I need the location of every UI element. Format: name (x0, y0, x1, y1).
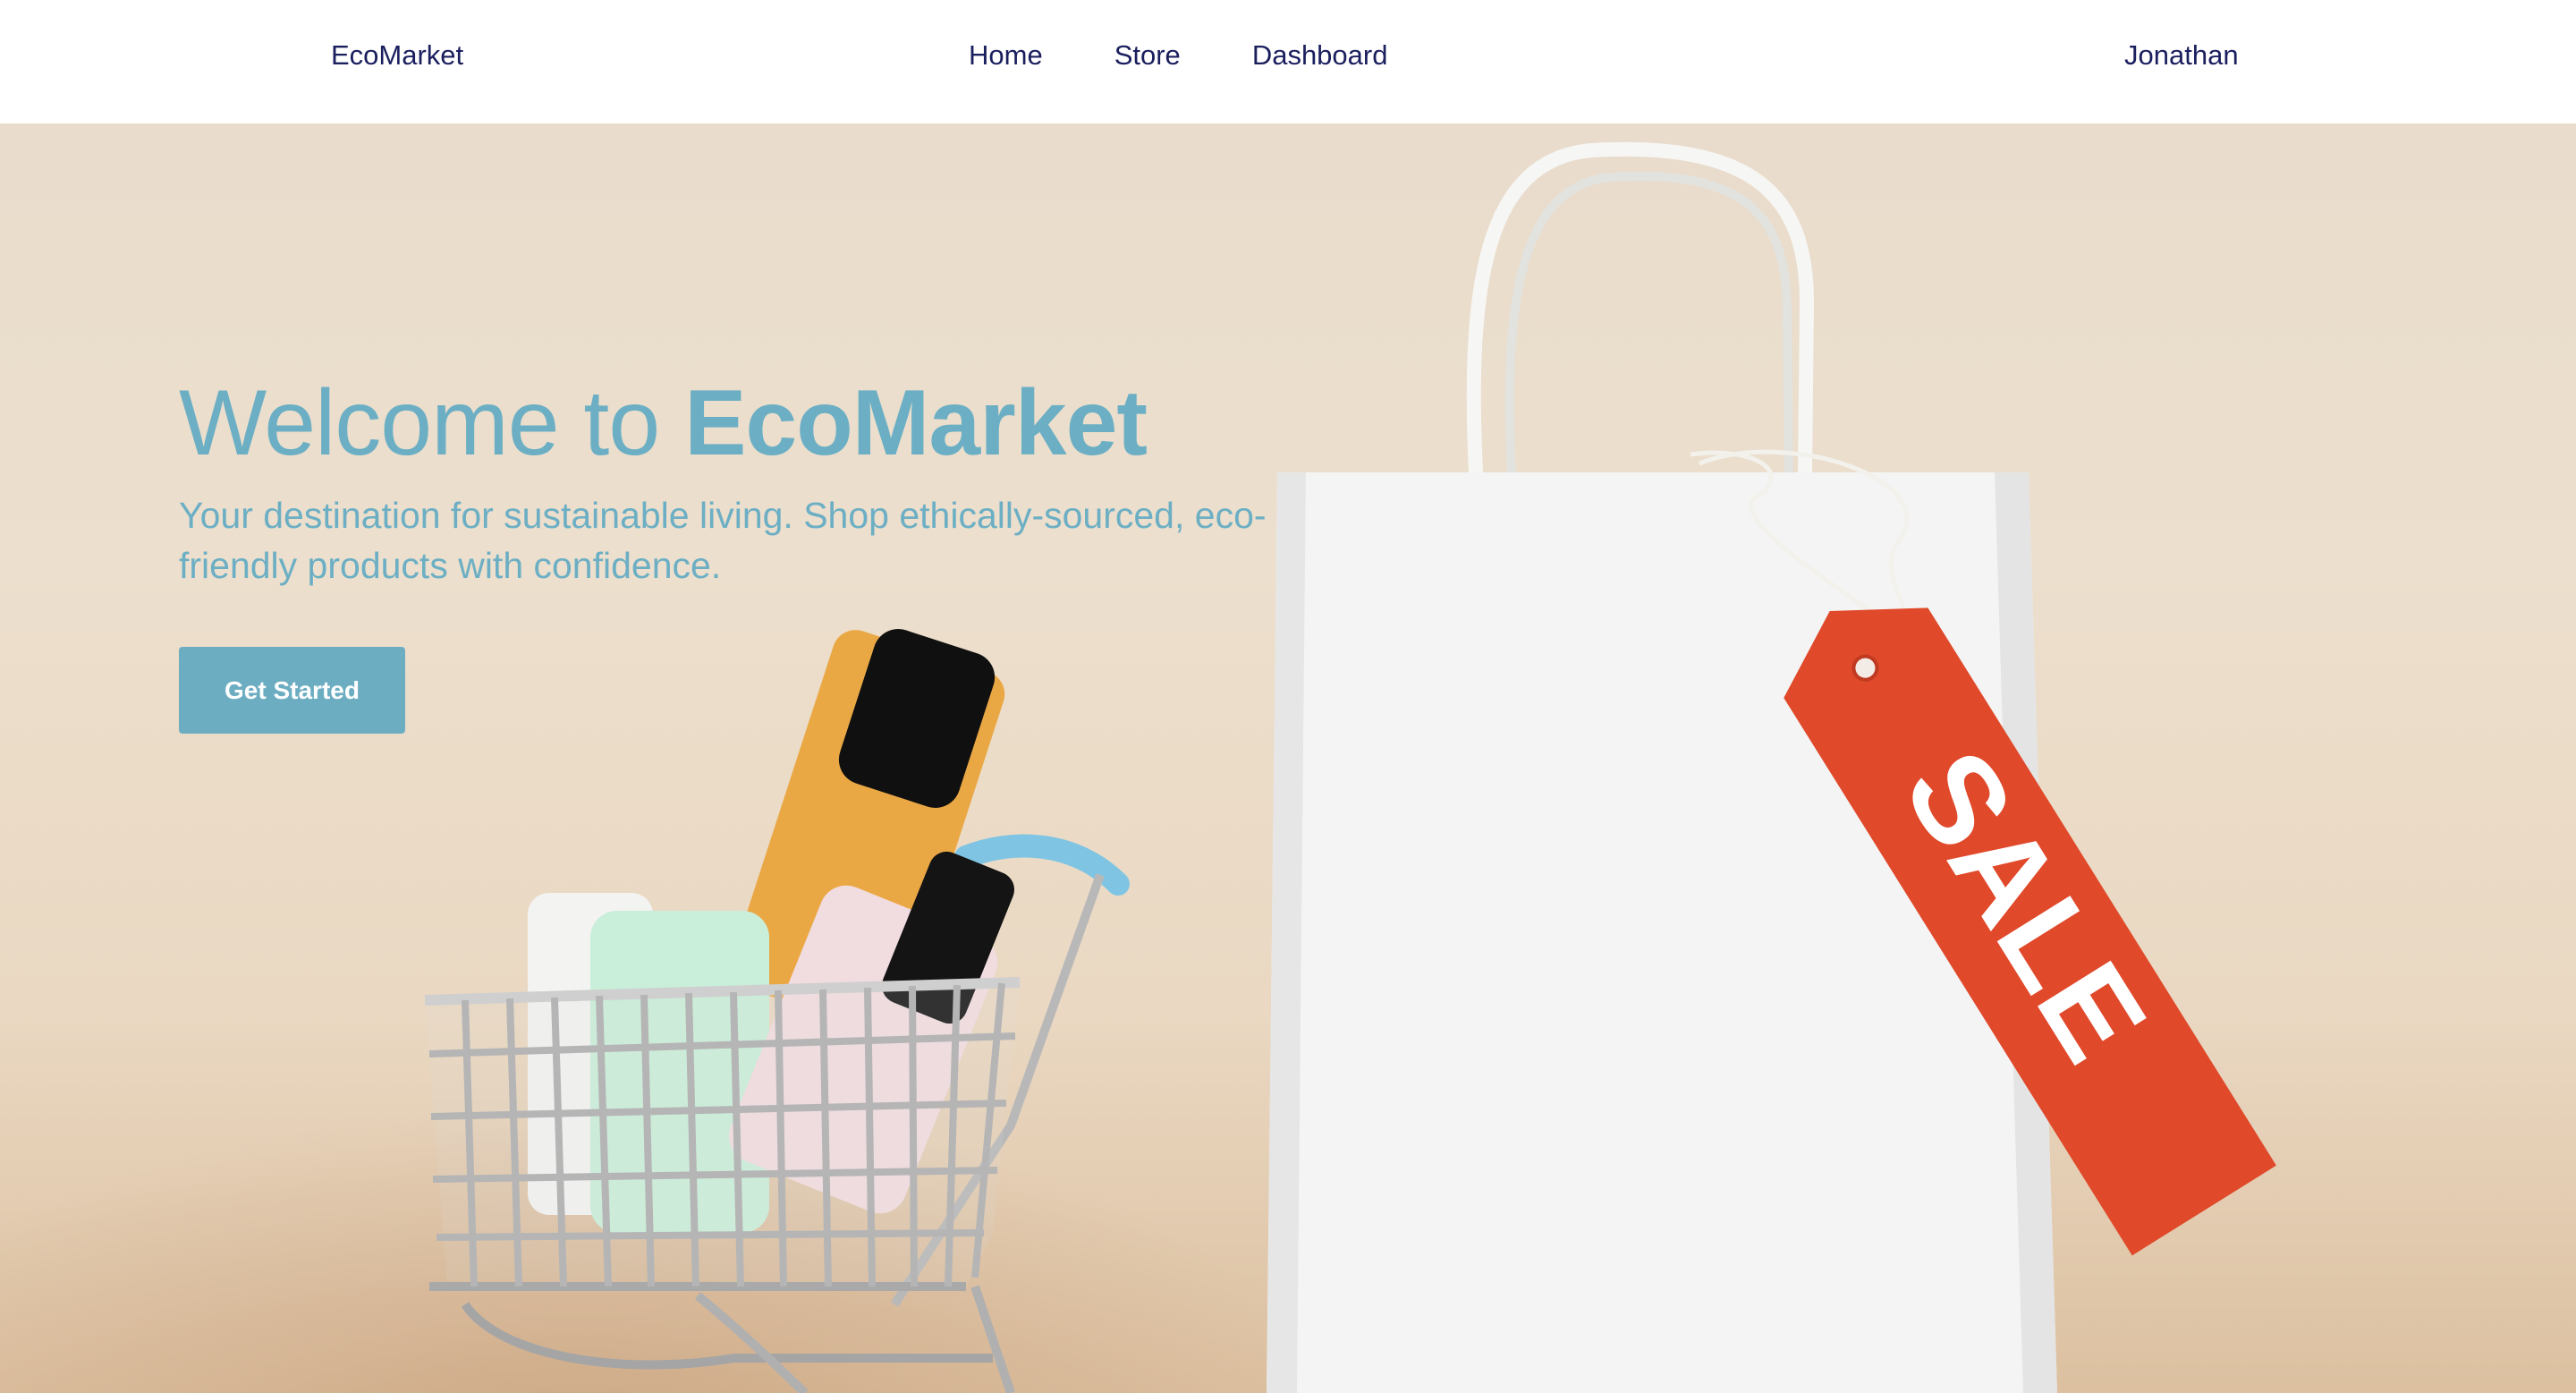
brand-logo-link[interactable]: EcoMarket (331, 39, 463, 72)
get-started-button[interactable]: Get Started (179, 647, 405, 734)
hero-title-brand: EcoMarket (684, 371, 1148, 475)
hero-photo-cart-and-bag: SALE (424, 142, 2276, 1393)
nav-links: Home Store Dashboard (969, 39, 1459, 72)
nav-link-store[interactable]: Store (1114, 39, 1181, 72)
hero-text-block: Welcome to EcoMarket Your destination fo… (179, 370, 1342, 591)
hero-title-prefix: Welcome to (179, 371, 685, 475)
hero-title: Welcome to EcoMarket (179, 370, 1342, 478)
hero-section: SALE Welcome to EcoMarket Your destinati… (0, 123, 2576, 1393)
top-navbar: EcoMarket Home Store Dashboard Jonathan (0, 0, 2576, 123)
shopping-cart-icon (424, 629, 1130, 1393)
hero-subtitle: Your destination for sustainable living.… (179, 494, 1267, 587)
user-menu-link[interactable]: Jonathan (2124, 39, 2239, 72)
nav-link-dashboard[interactable]: Dashboard (1252, 39, 1388, 72)
nav-link-home[interactable]: Home (969, 39, 1043, 72)
